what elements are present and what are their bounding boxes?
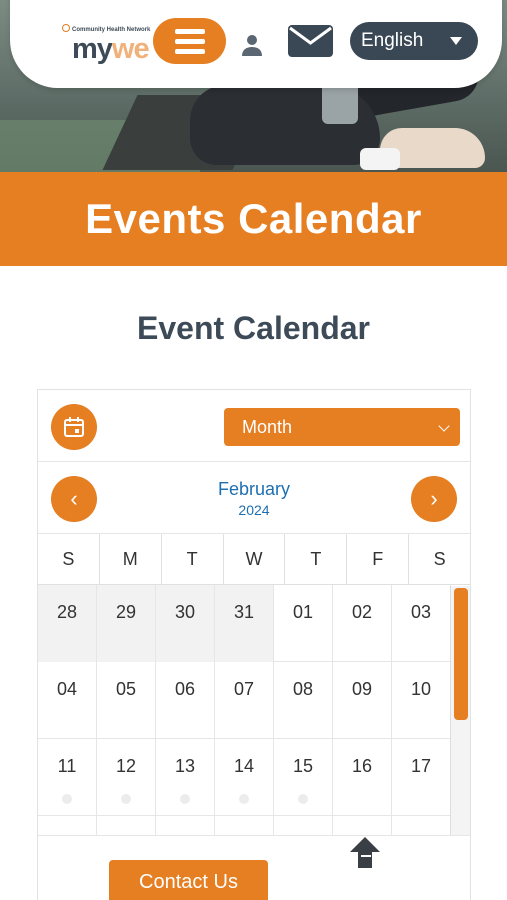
event-dot bbox=[298, 794, 308, 804]
calendar-day[interactable]: 31 bbox=[215, 585, 274, 662]
year-label: 2024 bbox=[238, 502, 270, 518]
weekday-label: F bbox=[347, 534, 410, 584]
calendar-day[interactable] bbox=[156, 816, 215, 835]
calendar-day[interactable]: 15 bbox=[274, 739, 333, 816]
calendar-week: 28 29 30 31 01 02 03 bbox=[38, 585, 452, 662]
calendar-day[interactable]: 14 bbox=[215, 739, 274, 816]
weekday-label: S bbox=[433, 549, 446, 569]
calendar-day[interactable]: 30 bbox=[156, 585, 215, 662]
scrollbar-thumb[interactable] bbox=[454, 588, 468, 720]
month-label: February bbox=[217, 479, 291, 499]
calendar-day[interactable]: 07 bbox=[215, 662, 274, 739]
event-dot bbox=[239, 794, 249, 804]
calendar-icon bbox=[64, 417, 84, 437]
day-number: 11 bbox=[57, 756, 77, 776]
calendar-day[interactable]: 05 bbox=[97, 662, 156, 739]
calendar-day[interactable]: 29 bbox=[97, 585, 156, 662]
calendar-scrollbar[interactable] bbox=[450, 586, 470, 836]
calendar-picker-button[interactable] bbox=[51, 404, 97, 450]
site-header: Community Health Network mywe English bbox=[10, 0, 502, 88]
mail-icon[interactable] bbox=[287, 24, 334, 58]
calendar-day[interactable] bbox=[38, 816, 97, 835]
event-calendar: Month ‹ February 2024 › S M T W T F S 28… bbox=[37, 389, 471, 900]
site-logo[interactable]: Community Health Network mywe bbox=[62, 24, 157, 66]
calendar-toolbar: Month bbox=[38, 390, 470, 462]
calendar-day[interactable]: 02 bbox=[333, 585, 392, 662]
weekday-label: M bbox=[100, 534, 162, 584]
calendar-day[interactable]: 11 bbox=[38, 739, 97, 816]
logo-wordmark: mywe bbox=[72, 33, 150, 66]
calendar-day[interactable]: 12 bbox=[97, 739, 156, 816]
calendar-day[interactable]: 10 bbox=[392, 662, 451, 739]
calendar-day[interactable]: 17 bbox=[392, 739, 451, 816]
calendar-day[interactable]: 01 bbox=[274, 585, 333, 662]
weekday-label: W bbox=[224, 534, 286, 584]
event-dot bbox=[121, 794, 131, 804]
calendar-day[interactable] bbox=[392, 816, 451, 835]
calendar-day[interactable] bbox=[274, 816, 333, 835]
calendar-day[interactable]: 16 bbox=[333, 739, 392, 816]
menu-icon-bar bbox=[174, 48, 205, 54]
event-dot bbox=[180, 794, 190, 804]
day-number: 13 bbox=[174, 756, 196, 776]
logo-we: we bbox=[111, 33, 150, 65]
chevron-right-icon: › bbox=[430, 486, 438, 511]
weekday-label: T bbox=[162, 534, 224, 584]
logo-tagline: Community Health Network bbox=[62, 24, 150, 33]
calendar-week: 04 05 06 07 08 09 10 bbox=[38, 662, 452, 739]
calendar-day[interactable]: 03 bbox=[392, 585, 451, 662]
weekday-label: S bbox=[38, 534, 100, 584]
calendar-day[interactable]: 09 bbox=[333, 662, 392, 739]
language-value: English bbox=[361, 30, 424, 51]
weekday-header: S M T W T F S bbox=[38, 534, 470, 585]
calendar-day[interactable]: 28 bbox=[38, 585, 97, 662]
calendar-day[interactable] bbox=[97, 816, 156, 835]
calendar-day[interactable]: 08 bbox=[274, 662, 333, 739]
chevron-down-icon bbox=[438, 420, 450, 432]
calendar-week: 11 12 13 14 15 16 17 bbox=[38, 739, 452, 816]
day-number: 16 bbox=[351, 756, 373, 776]
weekday-label: T bbox=[285, 534, 348, 584]
calendar-day[interactable]: 04 bbox=[38, 662, 97, 739]
section-title: Event Calendar bbox=[137, 310, 370, 346]
language-select[interactable]: English bbox=[350, 22, 478, 60]
contact-us-button[interactable]: Contact Us bbox=[109, 860, 268, 900]
calendar-day[interactable] bbox=[215, 816, 274, 835]
user-icon[interactable] bbox=[240, 33, 264, 57]
menu-icon-bar bbox=[174, 38, 205, 44]
day-number: 12 bbox=[115, 756, 137, 776]
calendar-day[interactable]: 13 bbox=[156, 739, 215, 816]
event-dot bbox=[62, 794, 72, 804]
calendar-day[interactable] bbox=[333, 816, 392, 835]
day-number: 17 bbox=[410, 756, 432, 776]
menu-icon-bar bbox=[174, 28, 205, 34]
menu-button[interactable] bbox=[153, 18, 226, 64]
day-number: 14 bbox=[233, 756, 255, 776]
calendar-week bbox=[38, 816, 452, 835]
page-banner: Events Calendar bbox=[0, 172, 507, 266]
scroll-top-icon[interactable] bbox=[347, 834, 383, 874]
calendar-grid: 28 29 30 31 01 02 03 04 05 06 07 08 09 1… bbox=[38, 585, 452, 835]
hero-sock bbox=[360, 148, 400, 170]
caret-down-icon bbox=[450, 37, 462, 45]
banner-title: Events Calendar bbox=[85, 195, 422, 242]
month-navigation: ‹ February 2024 › bbox=[38, 462, 470, 534]
view-select-value: Month bbox=[242, 417, 293, 437]
view-select[interactable]: Month bbox=[224, 408, 460, 446]
day-number: 15 bbox=[292, 756, 314, 776]
next-month-button[interactable]: › bbox=[411, 476, 457, 522]
calendar-day[interactable]: 06 bbox=[156, 662, 215, 739]
logo-my: my bbox=[72, 33, 113, 65]
